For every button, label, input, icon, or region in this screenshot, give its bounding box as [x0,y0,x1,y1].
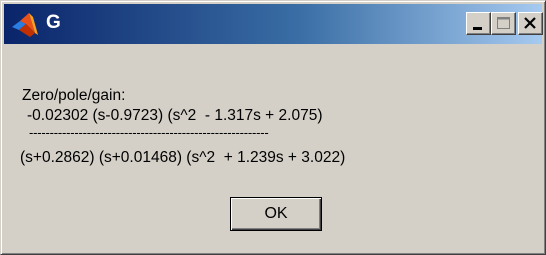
zpk-heading: Zero/pole/gain: [22,87,126,104]
ok-button[interactable]: OK [230,197,322,231]
denominator-text: (s+0.2862) (s+0.01468) (s^2 + 1.239s + 3… [20,149,346,166]
fraction-divider: ----------------------------------------… [29,125,269,140]
dialog-content: Zero/pole/gain: -0.02302 (s-0.9723) (s^2… [1,1,545,254]
numerator-text: -0.02302 (s-0.9723) (s^2 - 1.317s + 2.07… [27,107,323,124]
zpk-dialog: G Zero/pole/gain: -0.02302 (s-0.9723) (s… [0,0,546,255]
